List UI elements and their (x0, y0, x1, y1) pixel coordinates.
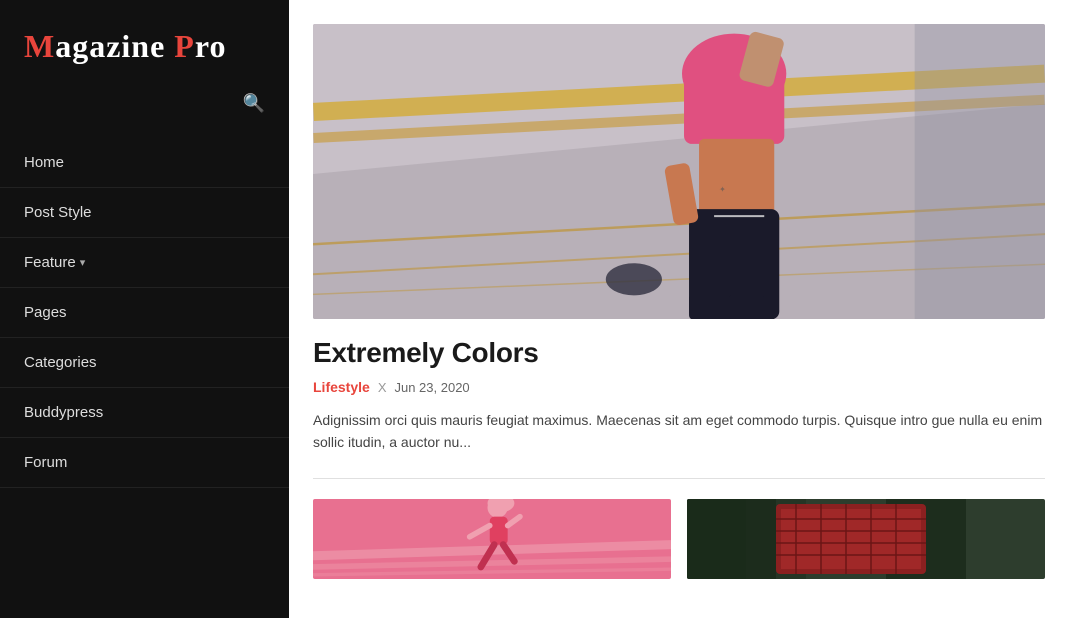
nav-link-forum[interactable]: Forum (0, 438, 289, 488)
article-category[interactable]: Lifestyle (313, 379, 370, 395)
nav-item-feature[interactable]: Feature ▾ (0, 238, 289, 288)
chevron-down-icon: ▾ (80, 256, 86, 269)
nav-list: Home Post Style Feature ▾ Pages Categori… (0, 138, 289, 488)
logo-m: M (24, 28, 55, 64)
nav-item-buddypress[interactable]: Buddypress (0, 388, 289, 438)
article-meta: Lifestyle X Jun 23, 2020 (313, 379, 1045, 395)
main-nav: Home Post Style Feature ▾ Pages Categori… (0, 130, 289, 488)
nav-link-post-style[interactable]: Post Style (0, 188, 289, 238)
section-divider (313, 478, 1045, 479)
nav-item-pages[interactable]: Pages (0, 288, 289, 338)
featured-image-svg: ✦ (313, 24, 1045, 319)
nav-link-home[interactable]: Home (0, 138, 289, 188)
nav-item-categories[interactable]: Categories (0, 338, 289, 388)
search-area: 🔍 (0, 85, 289, 130)
featured-article: ✦ Extremely Colors Lifestyle X Jun 23, 2… (313, 24, 1045, 454)
search-button[interactable]: 🔍 (243, 93, 265, 114)
card-1-svg (313, 499, 671, 579)
nav-link-categories[interactable]: Categories (0, 338, 289, 388)
logo-area: Magazine Pro (0, 0, 289, 85)
main-content: ✦ Extremely Colors Lifestyle X Jun 23, 2… (289, 0, 1069, 618)
meta-separator: X (378, 380, 387, 395)
feature-label: Feature (24, 254, 76, 271)
article-title: Extremely Colors (313, 337, 1045, 369)
nav-item-post-style[interactable]: Post Style (0, 188, 289, 238)
article-excerpt: Adignissim orci quis mauris feugiat maxi… (313, 409, 1045, 454)
bottom-card-2 (687, 499, 1045, 579)
site-logo: Magazine Pro (24, 28, 265, 65)
featured-image: ✦ (313, 24, 1045, 319)
card-2-svg (687, 499, 1045, 579)
nav-link-feature[interactable]: Feature ▾ (0, 238, 289, 288)
bottom-card-1 (313, 499, 671, 579)
card-1-image (313, 499, 671, 579)
nav-item-forum[interactable]: Forum (0, 438, 289, 488)
nav-link-buddypress[interactable]: Buddypress (0, 388, 289, 438)
sidebar: Magazine Pro 🔍 Home Post Style Feature ▾ (0, 0, 289, 618)
logo-agazine: agazine (55, 28, 165, 64)
nav-item-home[interactable]: Home (0, 138, 289, 188)
nav-link-pages[interactable]: Pages (0, 288, 289, 338)
article-date: Jun 23, 2020 (394, 380, 469, 395)
logo-ro: ro (195, 28, 227, 64)
card-2-image (687, 499, 1045, 579)
svg-text:✦: ✦ (719, 185, 726, 194)
bottom-card-grid (313, 499, 1045, 579)
logo-p: P (174, 28, 195, 64)
